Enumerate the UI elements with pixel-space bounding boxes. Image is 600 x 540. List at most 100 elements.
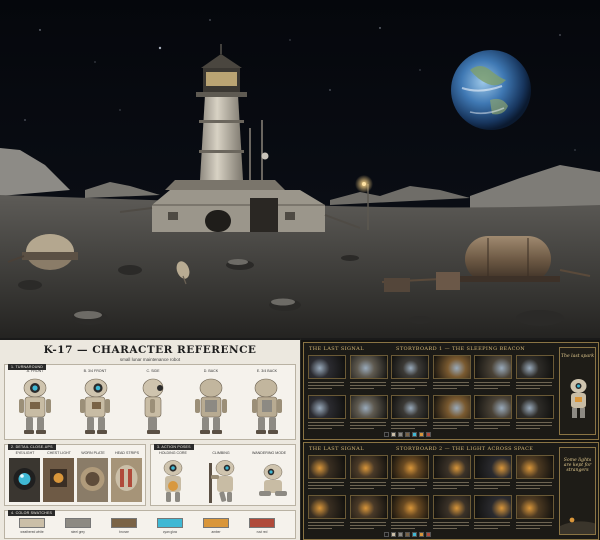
storyboard-caption-line	[391, 525, 427, 526]
turnaround-panel: 1. TURNAROUND A. FRONT B. 3/4 FRONT C. S…	[4, 364, 296, 440]
storyboard-frame	[515, 355, 554, 379]
storyboard-caption-line	[474, 488, 498, 489]
storyboard-caption-line	[474, 388, 498, 389]
section-label-colors: 4. COLOR SWATCHES	[8, 510, 56, 516]
storyboard-mini-swatch	[398, 432, 403, 437]
storyboard-caption-line	[474, 422, 510, 423]
storyboard-frame	[308, 395, 346, 419]
storyboard-2-title: STORYBOARD 2 — THE LIGHT ACROSS SPACE	[396, 446, 534, 452]
color-swatch-label: rust red	[256, 530, 268, 534]
storyboard-caption-line	[432, 482, 469, 483]
storyboard-caption-line	[391, 528, 415, 529]
storyboard-1-side-card: The last spark	[559, 347, 596, 435]
storyboard-caption-line	[349, 488, 374, 489]
color-swatch	[19, 518, 45, 528]
storyboard-2-side-card: Some lights are kept for strangers	[559, 447, 596, 535]
color-swatch-label: weathered white	[20, 530, 44, 534]
storyboard-1-series: THE LAST SIGNAL	[309, 346, 364, 352]
storyboard-caption-line	[391, 482, 427, 483]
storyboard-caption-line	[308, 485, 344, 486]
action-pose-robots	[163, 460, 287, 503]
storyboard-caption-line	[432, 382, 469, 383]
storyboard-mini-swatch	[412, 532, 417, 537]
storyboard-caption-line	[432, 385, 469, 386]
storyboard-caption-line	[515, 482, 552, 483]
storyboard-caption-line	[349, 422, 386, 423]
sheet-subtitle: small lunar maintenance robot	[119, 357, 181, 362]
storyboard-mini-swatch	[398, 532, 403, 537]
storyboard-caption-line	[349, 482, 386, 483]
color-swatch	[203, 518, 229, 528]
storyboard-caption-line	[432, 488, 457, 489]
storyboard-frame	[349, 395, 388, 419]
storyboard-caption-line	[515, 428, 540, 429]
storyboard-1-side-robot	[570, 379, 587, 418]
storyboard-caption-line	[515, 422, 552, 423]
detail-closeups-panel: 2. DETAIL CLOSE-UPS EYE/LIGHT CHEST LIGH…	[4, 444, 146, 506]
color-swatch	[249, 518, 275, 528]
color-swatches-panel: 4. COLOR SWATCHES weathered white steel g…	[4, 510, 296, 539]
storyboard-mini-swatch	[405, 432, 410, 437]
storyboard-frame	[515, 395, 554, 419]
storyboard-caption-line	[308, 428, 332, 429]
storyboard-caption-line	[308, 385, 344, 386]
action-poses-panel: 3. ACTION POSES HOLDING CORE CLIMBING WA…	[150, 444, 296, 506]
sheet-title: K-17 — CHARACTER REFERENCE	[43, 344, 257, 356]
storyboard-caption-line	[515, 388, 540, 389]
storyboard-frame	[308, 455, 346, 479]
storyboard-caption-line	[474, 385, 510, 386]
storyboard-caption-line	[391, 485, 427, 486]
storyboard-2-series: THE LAST SIGNAL	[309, 446, 364, 452]
storyboard-caption-line	[515, 485, 552, 486]
storyboard-mini-swatch	[405, 532, 410, 537]
storyboard-frame	[474, 495, 512, 519]
storyboard-frame	[474, 455, 512, 479]
storyboard-mini-swatch	[384, 532, 389, 537]
color-swatch-label: cyan glow	[162, 530, 178, 534]
storyboard-caption-line	[515, 385, 552, 386]
storyboard-frame	[308, 355, 346, 379]
storyboard-caption-line	[308, 425, 344, 426]
storyboard-mini-swatch	[391, 432, 396, 437]
storyboard-caption-line	[308, 522, 344, 523]
storyboard-caption-line	[308, 528, 332, 529]
color-swatch-label: steel grey	[71, 530, 85, 534]
storyboard-caption-line	[349, 385, 386, 386]
scene-illustration	[0, 0, 600, 338]
storyboard-frame	[432, 355, 471, 379]
storyboard-caption-line	[391, 388, 415, 389]
storyboard-mini-swatch	[419, 432, 424, 437]
color-swatch	[157, 518, 183, 528]
storyboard-caption-line	[391, 522, 427, 523]
storyboard-caption-line	[474, 425, 510, 426]
character-reference-sheet: K-17 — CHARACTER REFERENCE small lunar m…	[0, 338, 300, 540]
turnaround-robots	[19, 378, 282, 434]
storyboard-caption-line	[308, 525, 344, 526]
storyboard-caption-line	[349, 528, 374, 529]
storyboard-frame	[432, 495, 471, 519]
storyboard-frame	[391, 495, 429, 519]
storyboard-caption-line	[391, 385, 427, 386]
storyboard-caption-line	[349, 525, 386, 526]
storyboard-caption-line	[432, 422, 469, 423]
storyboard-2: THE LAST SIGNAL STORYBOARD 2 — THE LIGHT…	[303, 442, 599, 540]
storyboard-caption-line	[474, 382, 510, 383]
storyboard-caption-line	[432, 525, 469, 526]
color-swatch-label: amber	[211, 530, 221, 534]
storyboard-1: THE LAST SIGNAL STORYBOARD 1 — THE SLEEP…	[303, 342, 599, 440]
storyboard-caption-line	[515, 425, 552, 426]
storyboard-caption-line	[474, 528, 498, 529]
storyboard-caption-line	[308, 482, 344, 483]
storyboard-caption-line	[432, 428, 457, 429]
storyboard-caption-line	[432, 522, 469, 523]
storyboard-caption-line	[474, 522, 510, 523]
storyboard-mini-swatch	[419, 532, 424, 537]
storyboard-frame	[474, 355, 512, 379]
storyboards: THE LAST SIGNAL STORYBOARD 1 — THE SLEEP…	[300, 338, 600, 540]
storyboard-frame	[515, 495, 554, 519]
storyboard-caption-line	[308, 422, 344, 423]
storyboard-frame	[349, 455, 388, 479]
lunar-lighthouse-scene	[0, 0, 600, 338]
storyboard-caption-line	[432, 425, 469, 426]
storyboard-mini-swatch	[426, 532, 431, 537]
